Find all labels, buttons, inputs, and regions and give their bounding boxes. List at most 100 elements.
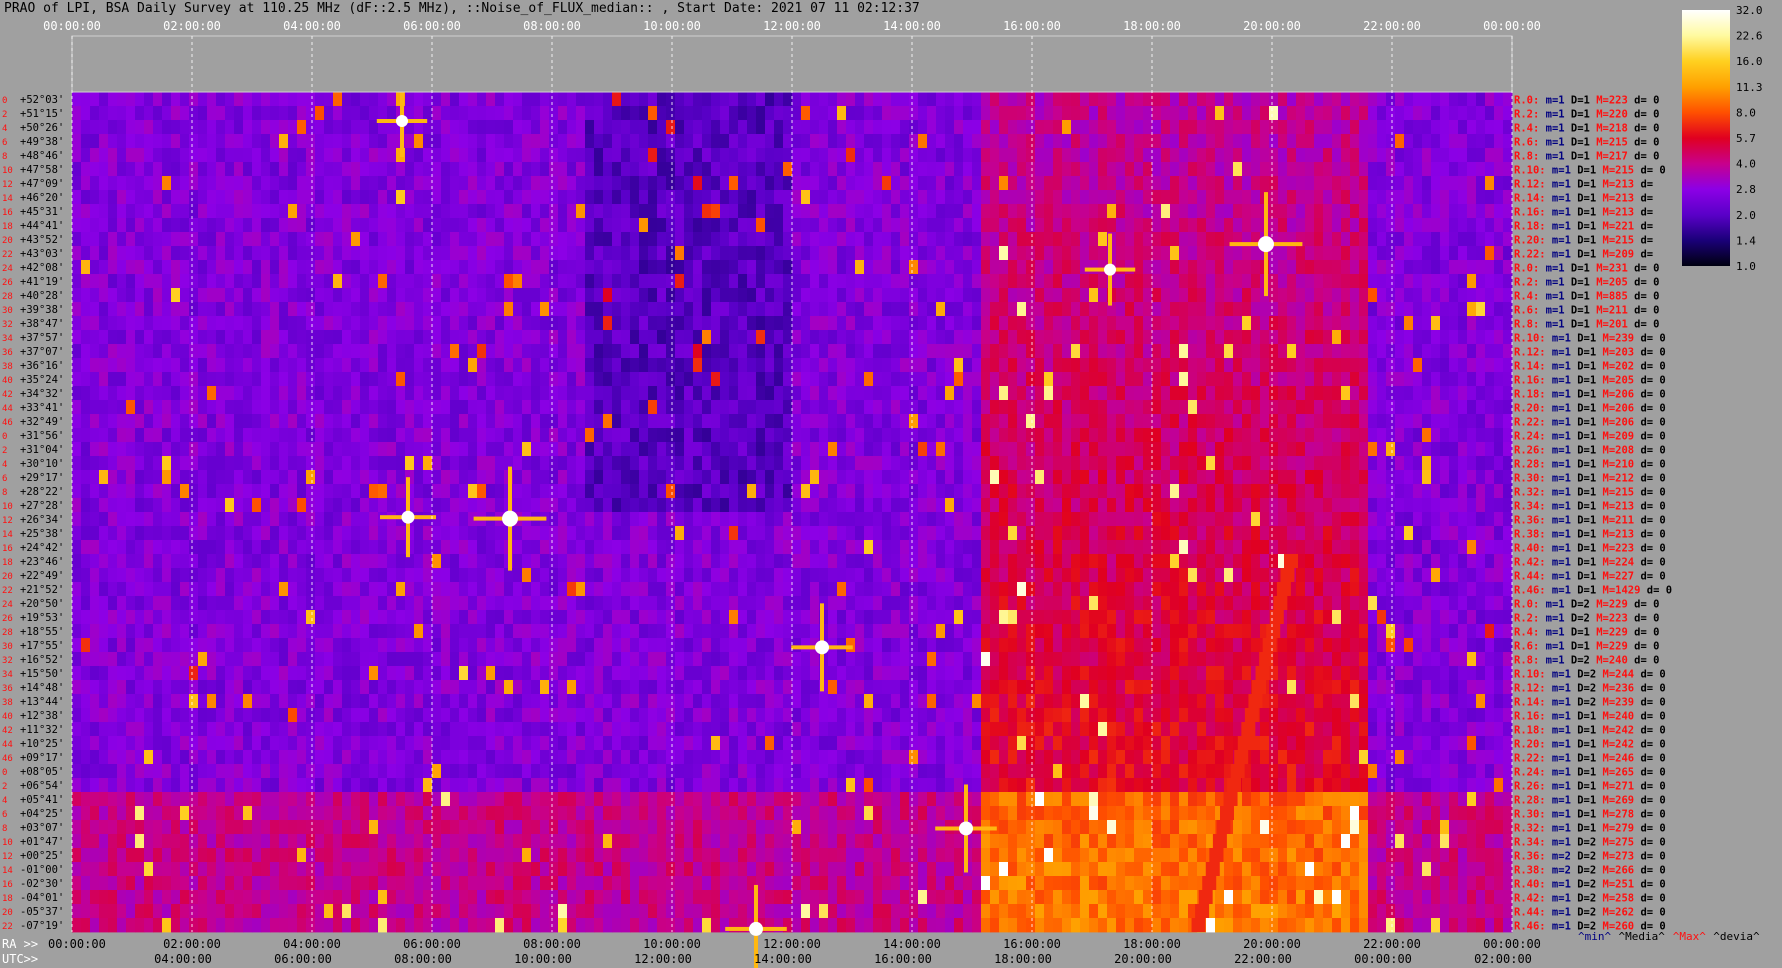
heatmap-cell (1170, 176, 1180, 191)
heatmap-cell (198, 260, 208, 275)
heatmap-cell (864, 148, 874, 163)
heatmap-cell (1467, 400, 1477, 415)
heatmap-cell (1404, 400, 1414, 415)
heatmap-cell (378, 344, 388, 359)
heatmap-cell (1458, 204, 1468, 219)
heatmap-cell (468, 344, 478, 359)
heatmap-cell (180, 246, 190, 261)
heatmap-cell (819, 470, 829, 485)
heatmap-cell (495, 190, 505, 205)
heatmap-cell (909, 498, 919, 513)
heatmap-cell (540, 190, 550, 205)
heatmap-cell (1224, 456, 1234, 471)
heatmap-cell (288, 120, 298, 135)
heatmap-cell (1368, 372, 1378, 387)
heatmap-cell (783, 344, 793, 359)
heatmap-cell (216, 204, 226, 219)
heatmap-cell (81, 260, 91, 275)
heatmap-cell (342, 134, 352, 149)
heatmap-cell (1467, 246, 1477, 261)
heatmap-cell (1440, 512, 1450, 527)
heatmap-cell (1440, 400, 1450, 415)
heatmap-cell (1386, 162, 1396, 177)
heatmap-cell (801, 470, 811, 485)
heatmap-cell (702, 260, 712, 275)
heatmap-cell (1152, 204, 1162, 219)
heatmap-cell (468, 232, 478, 247)
heatmap-cell (90, 176, 100, 191)
heatmap-cell (1440, 148, 1450, 163)
heatmap-cell (1278, 134, 1288, 149)
heatmap-cell (846, 176, 856, 191)
heatmap-cell (675, 190, 685, 205)
heatmap-cell (351, 190, 361, 205)
heatmap-cell (216, 106, 226, 121)
heatmap-cell (1017, 512, 1027, 527)
heatmap-cell (171, 512, 181, 527)
heatmap-cell (333, 106, 343, 121)
heatmap-cell (1071, 162, 1081, 177)
heatmap-cell (1485, 204, 1495, 219)
heatmap-cell (711, 358, 721, 373)
heatmap-cell (1215, 512, 1225, 527)
heatmap-cell (1152, 512, 1162, 527)
heatmap-cell (1044, 302, 1054, 317)
heatmap-cell (612, 344, 622, 359)
heatmap-cell (1323, 218, 1333, 233)
heatmap-cell (1305, 372, 1315, 387)
heatmap-cell (603, 386, 613, 401)
heatmap-cell (1161, 204, 1171, 219)
heatmap-cell (1035, 372, 1045, 387)
heatmap-cell (1359, 288, 1369, 303)
heatmap-cell (1395, 400, 1405, 415)
heatmap-cell (1188, 190, 1198, 205)
heatmap-cell (1080, 148, 1090, 163)
heatmap-cell (540, 274, 550, 289)
heatmap-cell (198, 526, 208, 541)
heatmap-cell (288, 302, 298, 317)
heatmap-cell (810, 162, 820, 177)
heatmap-cell (1413, 232, 1423, 247)
heatmap-cell (72, 526, 82, 541)
heatmap-cell (1431, 162, 1441, 177)
heatmap-cell (540, 386, 550, 401)
heatmap-cell (468, 120, 478, 135)
heatmap-cell (189, 260, 199, 275)
heatmap-cell (594, 190, 604, 205)
heatmap-cell (1224, 302, 1234, 317)
heatmap-cell (171, 218, 181, 233)
heatmap-cell (324, 498, 334, 513)
heatmap-cell (180, 190, 190, 205)
heatmap-cell (468, 246, 478, 261)
heatmap-cell (450, 176, 460, 191)
heatmap-cell (81, 470, 91, 485)
heatmap-cell (1449, 246, 1459, 261)
heatmap-cell (783, 498, 793, 513)
heatmap-cell (927, 176, 937, 191)
heatmap-cell (828, 120, 838, 135)
heatmap-cell (405, 316, 415, 331)
heatmap-cell (432, 134, 442, 149)
heatmap-cell (1017, 232, 1027, 247)
heatmap-cell (774, 218, 784, 233)
heatmap-cell (414, 274, 424, 289)
heatmap-cell (1233, 498, 1243, 513)
heatmap-cell (1350, 498, 1360, 513)
heatmap-cell (675, 148, 685, 163)
heatmap-cell (333, 120, 343, 135)
heatmap-cell (684, 512, 694, 527)
heatmap-cell (1386, 260, 1396, 275)
heatmap-cell (135, 372, 145, 387)
heatmap-cell (297, 288, 307, 303)
heatmap-cell (81, 162, 91, 177)
heatmap-cell (225, 344, 235, 359)
heatmap-cell (576, 120, 586, 135)
heatmap-cell (315, 498, 325, 513)
heatmap-cell (369, 232, 379, 247)
heatmap-cell (1440, 260, 1450, 275)
heatmap-cell (522, 288, 532, 303)
heatmap-cell (1467, 358, 1477, 373)
heatmap-cell (315, 176, 325, 191)
heatmap-cell (558, 400, 568, 415)
heatmap-cell (756, 260, 766, 275)
